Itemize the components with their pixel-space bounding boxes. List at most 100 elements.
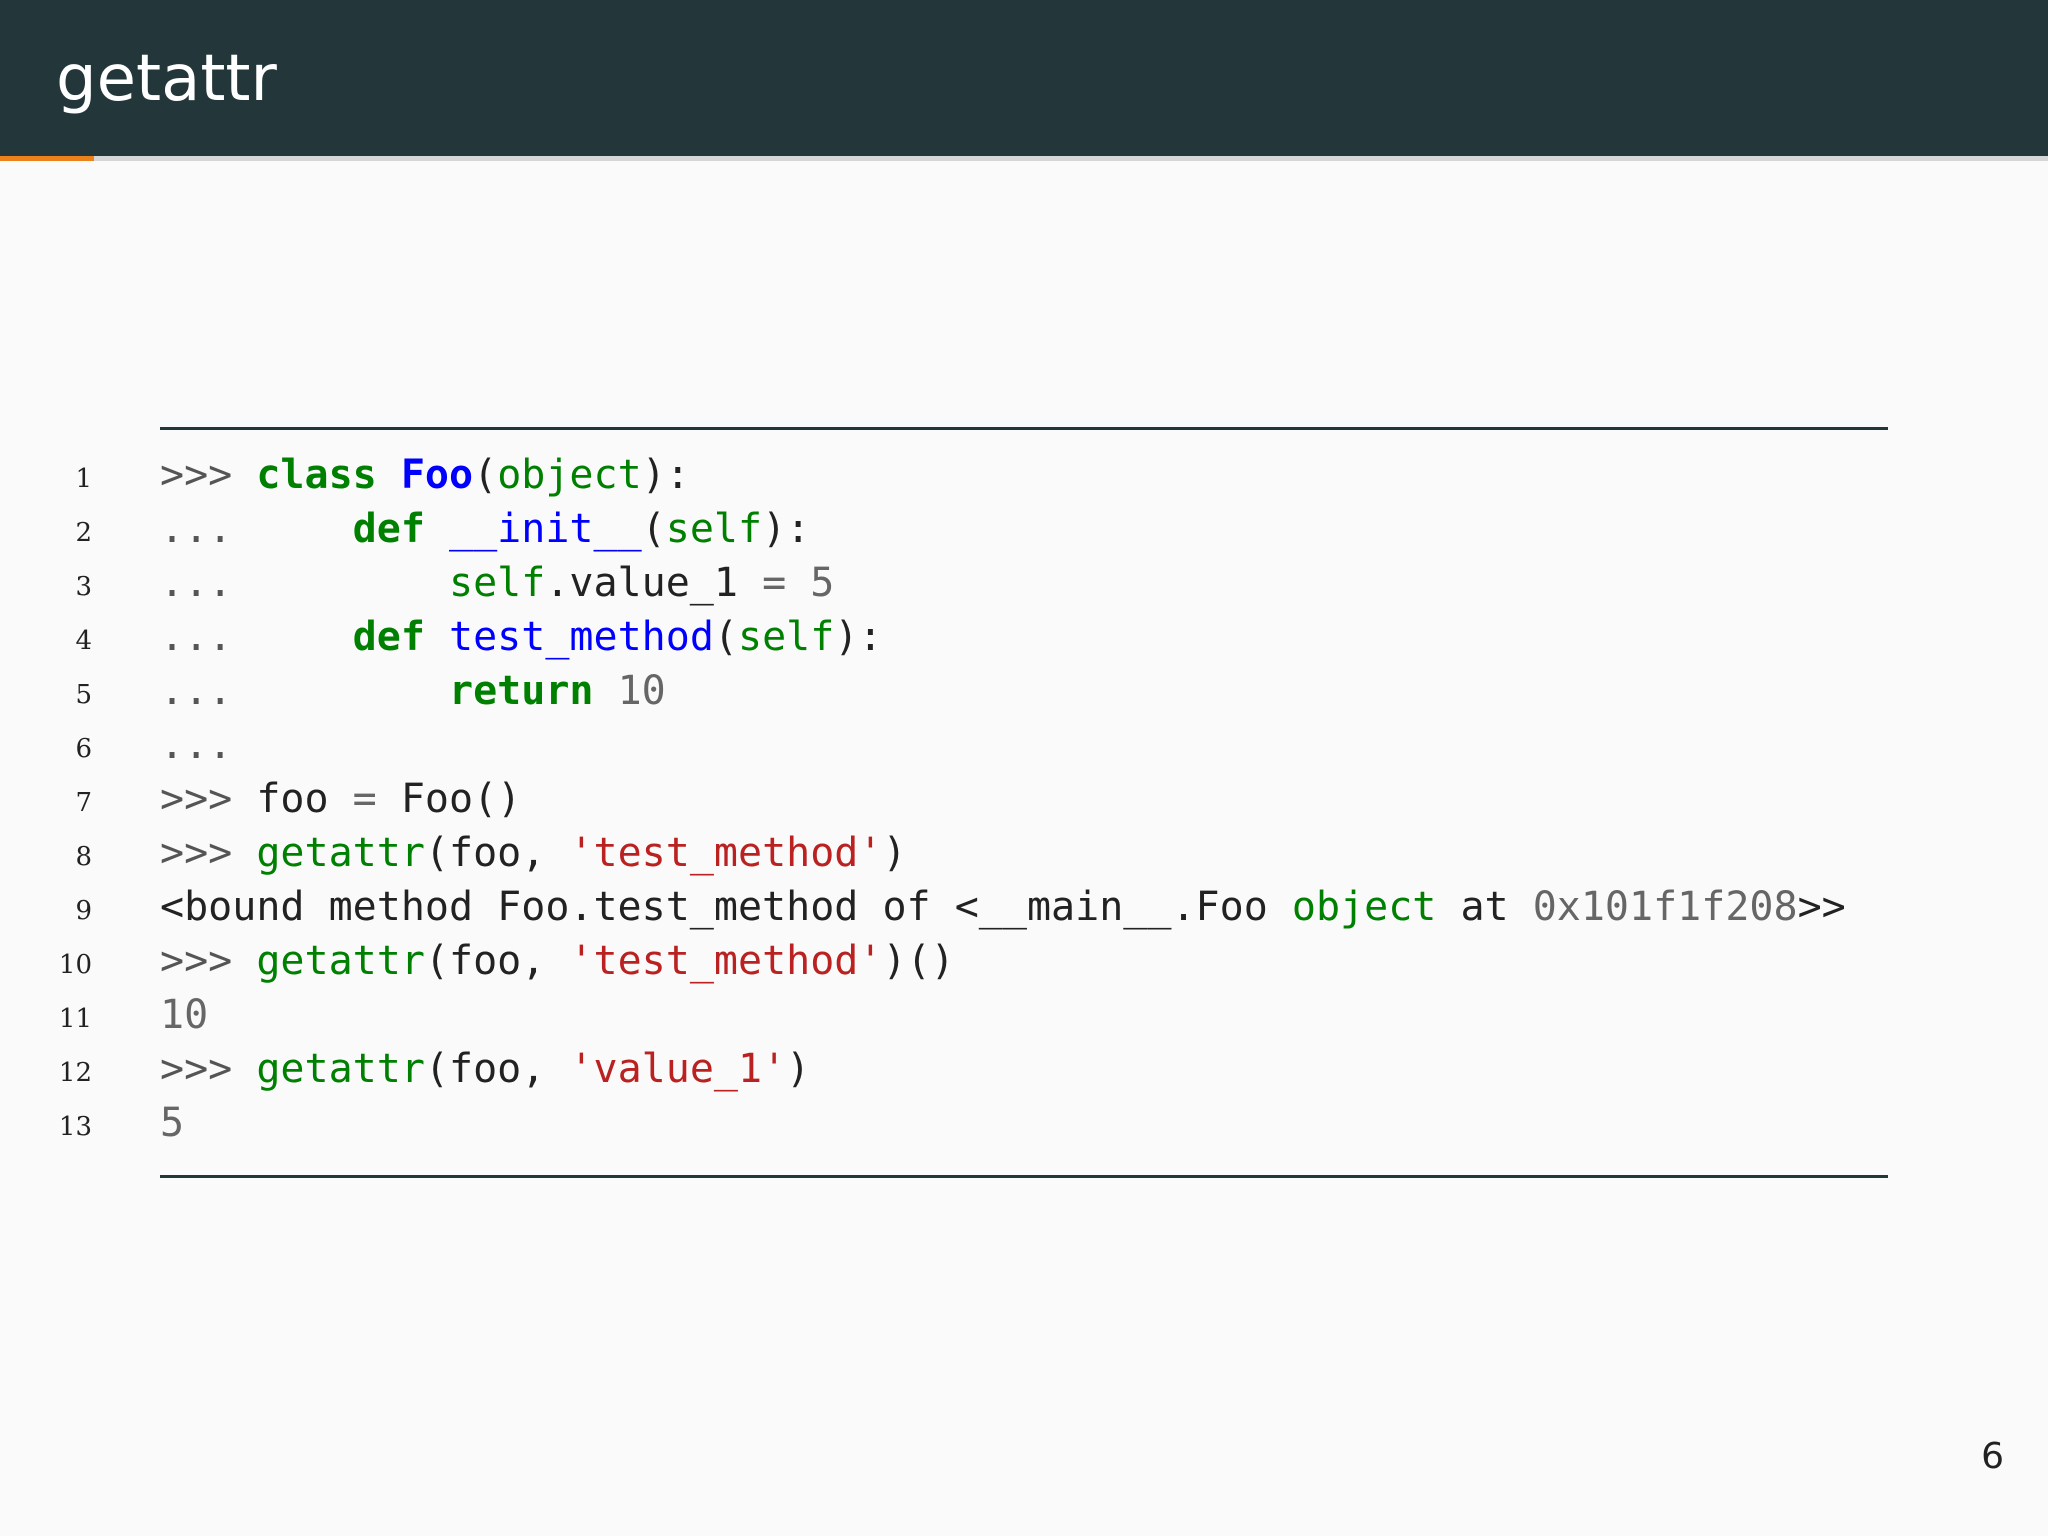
line-number: 11 <box>58 1004 92 1034</box>
code-token: .value_1 <box>545 560 763 606</box>
line-number: 2 <box>75 518 92 548</box>
code-token: at <box>1436 884 1533 930</box>
code-token: ... <box>160 668 449 714</box>
code-token: getattr <box>256 1046 425 1092</box>
code-line: 11 10 <box>0 988 2048 1042</box>
code-token: 10 <box>617 668 666 714</box>
code-token: ... <box>160 506 353 552</box>
code-text: >>> foo = Foo() <box>160 772 521 826</box>
line-number: 7 <box>75 788 92 818</box>
code-token: ): <box>834 614 883 660</box>
code-token: >>> <box>160 830 257 876</box>
code-line: 8 >>> getattr(foo, 'test_method') <box>0 826 2048 880</box>
title-bar: getattr <box>0 0 2048 156</box>
code-token: 'test_method' <box>569 938 883 984</box>
code-token: foo <box>256 776 353 822</box>
line-number: 9 <box>75 896 92 926</box>
slide-title: getattr <box>56 42 277 116</box>
code-token: >>> <box>160 776 257 822</box>
page-number: 6 <box>1981 1436 2004 1477</box>
code-token: self <box>738 614 835 660</box>
code-text: 10 <box>160 988 208 1042</box>
code-text: <bound method Foo.test_method of <__main… <box>160 880 1846 934</box>
line-number: 1 <box>75 464 92 494</box>
code-token: self <box>448 560 546 606</box>
progress-bar-fill <box>0 156 95 161</box>
code-token: 5 <box>160 1100 185 1146</box>
code-token: ... <box>160 722 233 768</box>
code-token: ) <box>882 830 907 876</box>
line-number: 13 <box>58 1112 92 1142</box>
code-text: >>> getattr(foo, 'value_1') <box>160 1042 810 1096</box>
code-token: 10 <box>160 992 209 1038</box>
code-token: 'test_method' <box>569 830 883 876</box>
code-line: 13 5 <box>0 1096 2048 1150</box>
code-text: ... def __init__(self): <box>160 502 810 556</box>
code-top-rule <box>160 427 1888 430</box>
code-token: = <box>762 560 787 606</box>
code-line: 12 >>> getattr(foo, 'value_1') <box>0 1042 2048 1096</box>
code-text: ... self.value_1 = 5 <box>160 556 834 610</box>
code-token: ) <box>786 1046 811 1092</box>
code-line: 5... return 10 <box>0 664 2048 718</box>
code-text: >>> getattr(foo, 'test_method')() <box>160 934 955 988</box>
code-token: def <box>352 614 425 660</box>
code-token: )() <box>882 938 955 984</box>
code-bottom-rule <box>160 1175 1888 1178</box>
line-number: 4 <box>75 626 92 656</box>
code-token: ... <box>160 560 449 606</box>
code-token: ( <box>713 614 738 660</box>
code-line: 3... self.value_1 = 5 <box>0 556 2048 610</box>
line-number: 10 <box>58 950 92 980</box>
line-number: 12 <box>58 1058 92 1088</box>
code-line: 4 ... def test_method(self): <box>0 610 2048 664</box>
code-token: >>> <box>160 938 257 984</box>
code-token: ( <box>641 506 666 552</box>
code-line: 7 >>> foo = Foo() <box>0 772 2048 826</box>
code-token: return <box>448 668 594 714</box>
code-text: >>> getattr(foo, 'test_method') <box>160 826 907 880</box>
code-line: 9 <bound method Foo.test_method of <__mai… <box>0 880 2048 934</box>
code-token: Foo <box>400 452 474 498</box>
code-line: 2... def __init__(self): <box>0 502 2048 556</box>
code-text: 5 <box>160 1096 184 1150</box>
code-token: (foo, <box>424 1046 570 1092</box>
code-token: >>> <box>160 452 257 498</box>
code-token: <bound method Foo.test_method of <__main… <box>160 884 1292 930</box>
code-token: >>> <box>160 1046 257 1092</box>
code-token: getattr <box>256 938 425 984</box>
code-token: ): <box>641 452 690 498</box>
code-token: self <box>665 506 763 552</box>
code-token: >> <box>1797 884 1846 930</box>
code-line: 6... <box>0 718 2048 772</box>
line-number: 6 <box>75 734 92 764</box>
code-token: class <box>256 452 377 498</box>
code-text: ... return 10 <box>160 664 666 718</box>
code-token: = <box>352 776 377 822</box>
code-token: (foo, <box>424 830 570 876</box>
code-token: (foo, <box>424 938 570 984</box>
code-text: ... <box>160 718 232 772</box>
code-line: 10 >>> getattr(foo, 'test_method')() <box>0 934 2048 988</box>
code-text: ... def test_method(self): <box>160 610 883 664</box>
line-number: 8 <box>75 842 92 872</box>
code-token: Foo() <box>376 776 522 822</box>
code-text: >>> class Foo(object): <box>160 448 690 502</box>
code-token: 'value_1' <box>569 1046 787 1092</box>
code-token: 0x101f1f208 <box>1532 884 1798 930</box>
code-line: 1 >>> class Foo(object): <box>0 448 2048 502</box>
code-token: ( <box>473 452 498 498</box>
code-token: 5 <box>810 560 835 606</box>
progress-bar <box>0 156 2048 161</box>
line-number: 3 <box>75 572 92 602</box>
code-token: ): <box>762 506 811 552</box>
code-token: test_method <box>449 614 714 660</box>
code-token: __init__ <box>449 506 642 552</box>
code-token: def <box>352 506 425 552</box>
line-number: 5 <box>75 680 92 710</box>
